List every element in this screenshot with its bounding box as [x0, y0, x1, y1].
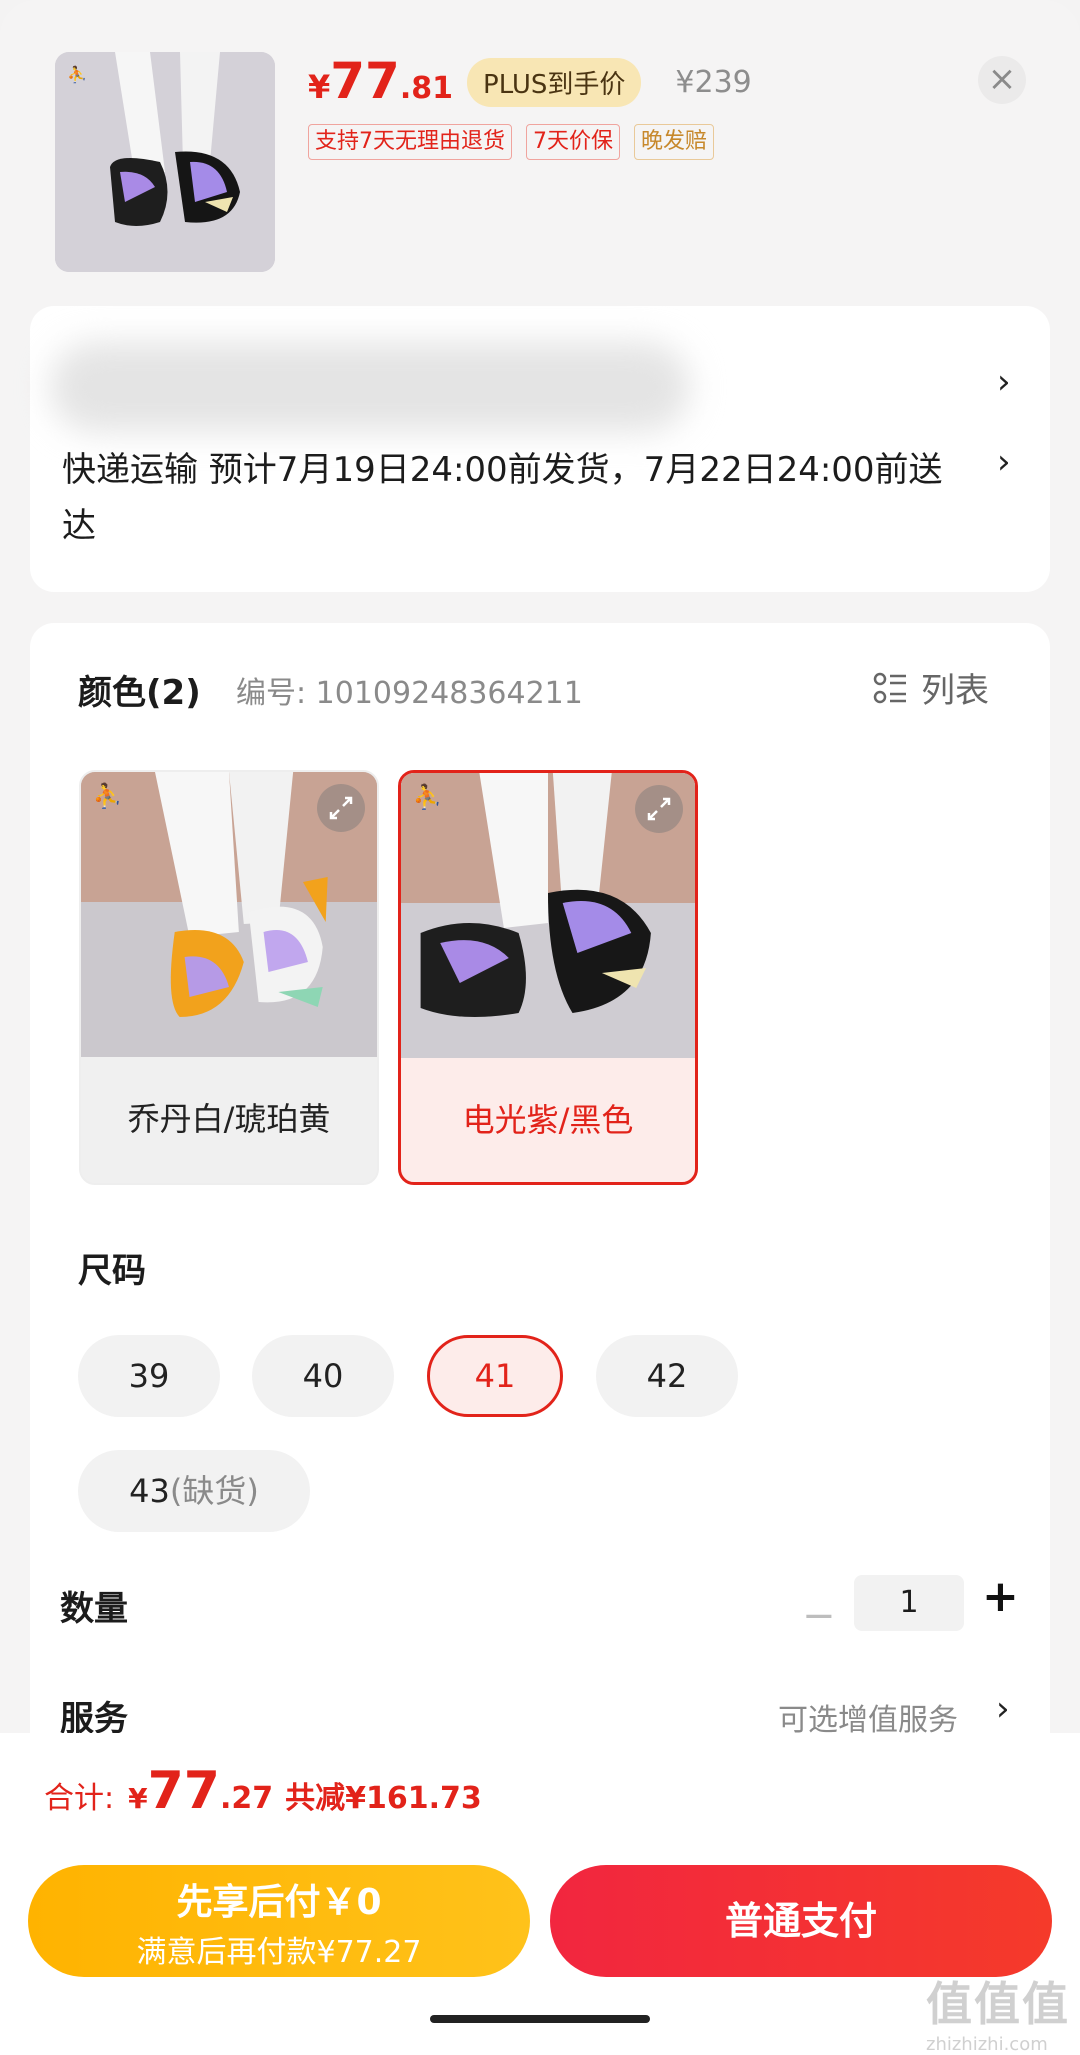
color-section-title: 颜色(2) [78, 673, 201, 713]
pay-later-subtitle: 满意后再付款¥77.27 [136, 1935, 422, 1970]
currency-symbol: ¥ [308, 68, 331, 106]
total-label: 合计: [44, 1781, 115, 1816]
quantity-title: 数量 [60, 1589, 128, 1629]
color-option-white-amber[interactable]: ⛹ 乔丹白/琥珀黄 [79, 770, 379, 1185]
pay-later-title: 先享后付￥0 [176, 1882, 382, 1923]
size-option-41[interactable]: 41 [427, 1335, 563, 1417]
out-of-stock-note: (缺货) [169, 1472, 259, 1510]
watermark-site: zhizhizhi.com [926, 2034, 1048, 2055]
size-section-title: 尺码 [78, 1251, 146, 1291]
size-option-42[interactable]: 42 [596, 1335, 738, 1417]
expand-icon[interactable] [635, 785, 683, 833]
checkout-bar: 合计: ¥ 77 .27 共减¥161.73 先享后付￥0 满意后再付款¥77.… [0, 1733, 1080, 2055]
shipping-estimate: 快递运输 预计7月19日24:00前发货，7月22日24:00前送达 [62, 450, 943, 546]
discount-total: 共减¥161.73 [285, 1781, 482, 1816]
size-option-39[interactable]: 39 [78, 1335, 220, 1417]
chevron-right-icon[interactable]: › [997, 362, 1011, 402]
size-option-40[interactable]: 40 [252, 1335, 394, 1417]
pay-later-button[interactable]: 先享后付￥0 满意后再付款¥77.27 [28, 1865, 530, 1977]
expand-icon[interactable] [317, 784, 365, 832]
original-price: ¥239 [675, 64, 752, 100]
address-shipping-card[interactable]: › 快递运输 预计7月19日24:00前发货，7月22日24:00前送达 › [30, 306, 1050, 592]
shoe-illustration: ⛹ [55, 52, 275, 272]
normal-pay-button[interactable]: 普通支付 [550, 1865, 1052, 1977]
plus-price-badge: PLUS到手价 [467, 57, 642, 107]
product-thumbnail: ⛹ [55, 52, 275, 272]
tag-7day-return: 支持7天无理由退货 [308, 124, 512, 160]
list-icon [873, 672, 906, 703]
quantity-decrease-button[interactable]: − [802, 1593, 836, 1639]
total-currency: ¥ [128, 1782, 148, 1815]
service-tags: 支持7天无理由退货 7天价保 晚发赔 [308, 124, 715, 160]
total-decimal: .27 [219, 1781, 274, 1816]
svg-text:⛹: ⛹ [93, 781, 122, 810]
home-indicator[interactable] [430, 2015, 650, 2023]
close-icon[interactable]: × [978, 56, 1026, 104]
price-integer: 77 [330, 52, 400, 110]
price-row: ¥ 77 .81 PLUS到手价 ¥239 [308, 52, 752, 112]
tag-price-protect: 7天价保 [526, 124, 620, 160]
list-label: 列表 [921, 671, 989, 711]
sku-number: 编号: 10109248364211 [236, 676, 583, 711]
watermark: 值值值 zhizhizhi.com [926, 1968, 1070, 2055]
chevron-right-icon[interactable]: › [996, 1689, 1010, 1729]
color-option-label: 乔丹白/琥珀黄 [127, 1100, 331, 1138]
purchase-sheet: ⛹ ¥ 77 .81 PLUS到手价 ¥239 × 支持7天无理由退货 7天价保… [0, 0, 1080, 2055]
color-option-purple-black[interactable]: ⛹ 电光紫/黑色 [398, 770, 698, 1185]
list-view-toggle[interactable]: 列表 [873, 663, 989, 712]
total-integer: 77 [147, 1761, 220, 1821]
price-decimal: .81 [399, 71, 454, 106]
address-blurred[interactable] [50, 342, 690, 432]
svg-text:⛹: ⛹ [67, 65, 87, 84]
tag-late-compensation: 晚发赔 [634, 124, 715, 160]
quantity-increase-button[interactable]: + [982, 1571, 1019, 1622]
size-label: 43 [129, 1472, 170, 1510]
color-option-label: 电光紫/黑色 [462, 1101, 634, 1139]
quantity-input[interactable]: 1 [854, 1575, 964, 1631]
watermark-logo: 值值值 [926, 1977, 1070, 2031]
size-option-43[interactable]: 43(缺货) [78, 1450, 310, 1532]
chevron-right-icon[interactable]: › [997, 442, 1011, 482]
order-total: 合计: ¥ 77 .27 共减¥161.73 [44, 1761, 482, 1821]
svg-text:⛹: ⛹ [413, 782, 442, 811]
